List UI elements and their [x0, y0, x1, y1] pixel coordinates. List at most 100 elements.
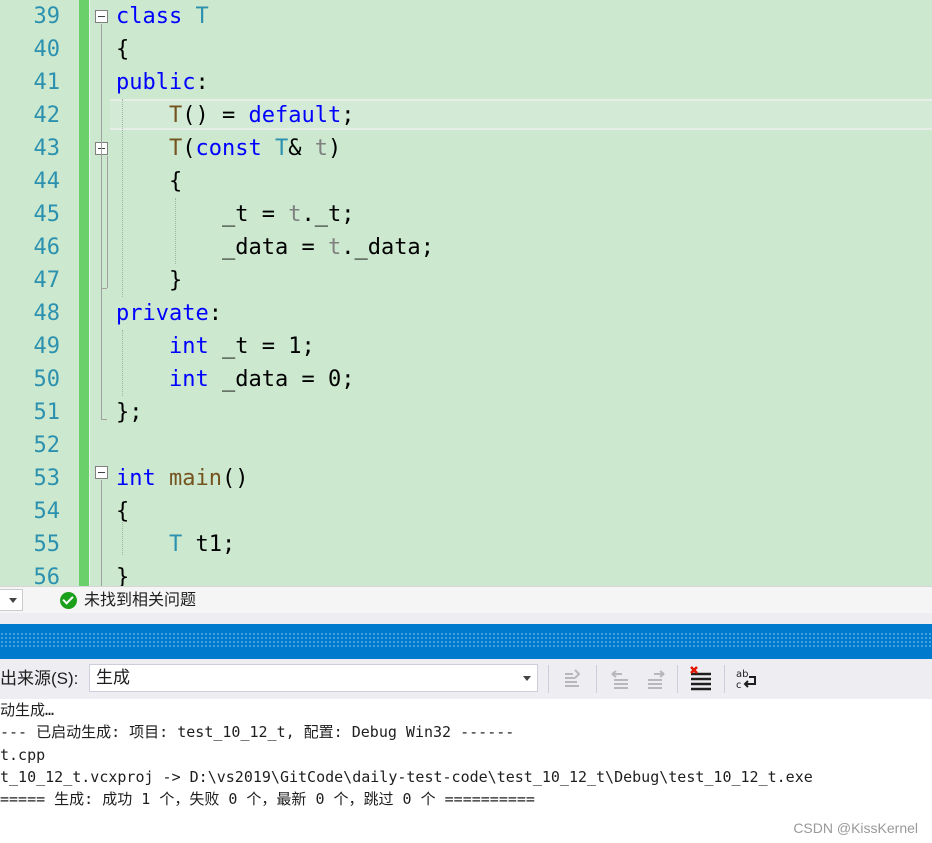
output-text-area[interactable]: 动生成… --- 已启动生成: 项目: test_10_12_t, 配置: De…	[0, 699, 932, 843]
code-token: _t	[221, 202, 249, 227]
line-number: 40	[33, 37, 61, 62]
code-line[interactable]: {	[116, 495, 129, 528]
line-number: 42	[33, 103, 61, 128]
line-number: 53	[33, 466, 61, 491]
collapse-main-icon[interactable]	[95, 466, 108, 479]
code-token: t1	[195, 532, 222, 557]
code-token: class	[116, 4, 196, 29]
code-token: }	[116, 268, 183, 293]
code-token: )	[327, 136, 342, 161]
code-line[interactable]: }	[116, 264, 182, 297]
code-token: };	[116, 400, 143, 425]
code-token: (	[182, 136, 196, 161]
collapse-class-t-icon[interactable]	[95, 10, 108, 23]
issues-status[interactable]: 未找到相关问题	[84, 590, 196, 612]
code-line[interactable]: private:	[116, 297, 222, 330]
code-token: default	[248, 103, 342, 128]
constructor-outline-end	[101, 288, 107, 289]
toolbar-separator	[724, 665, 725, 693]
chevron-down-icon	[9, 598, 17, 603]
code-token: public	[116, 70, 196, 95]
toolbar-separator	[596, 665, 597, 693]
line-number: 54	[33, 499, 61, 524]
next-message-icon[interactable]	[642, 666, 668, 692]
editor-status-strip: 未找到相关问题	[0, 586, 932, 614]
code-line[interactable]: }	[116, 561, 129, 586]
code-line[interactable]: };	[116, 396, 143, 429]
line-number: 46	[33, 235, 61, 260]
code-token: ;	[301, 334, 315, 359]
line-number: 47	[33, 268, 61, 293]
watermark: CSDN @KissKernel	[793, 820, 918, 836]
change-tracking-bar	[79, 0, 89, 586]
code-token: ;	[221, 532, 236, 557]
line-number: 56	[33, 565, 61, 586]
main-outline-line	[101, 480, 102, 586]
panel-splitter[interactable]	[0, 613, 932, 624]
code-token: :	[195, 70, 209, 95]
code-token: _data	[221, 235, 289, 260]
code-line[interactable]: public:	[116, 66, 209, 99]
code-token: const	[195, 136, 275, 161]
code-line[interactable]: int _data = 0;	[116, 363, 354, 396]
check-circle-icon	[60, 592, 77, 609]
code-token: T	[195, 4, 209, 29]
code-token: int	[168, 367, 222, 392]
zoom-dropdown[interactable]	[0, 589, 23, 611]
class-outline-end	[101, 419, 107, 420]
constructor-outline-line	[107, 156, 108, 288]
code-token: =	[248, 334, 289, 359]
code-token: _data	[221, 367, 289, 392]
code-token: main	[168, 466, 222, 491]
code-line[interactable]: {	[116, 165, 182, 198]
code-token: T	[274, 136, 289, 161]
code-line[interactable]: T() = default;	[116, 99, 354, 132]
code-token: T	[168, 103, 183, 128]
code-token: () =	[182, 103, 249, 128]
code-line[interactable]: _data = t._data;	[116, 231, 434, 264]
code-token: .	[341, 235, 355, 260]
code-line[interactable]: T t1;	[116, 528, 235, 561]
code-line[interactable]: {	[116, 33, 129, 66]
code-token: &	[288, 136, 315, 161]
line-number: 45	[33, 202, 61, 227]
code-token: ()	[221, 466, 249, 491]
code-token: {	[116, 169, 183, 194]
code-token: =	[288, 235, 328, 260]
output-source-label: 出来源(S):	[0, 669, 79, 688]
outlining-margin	[89, 0, 90, 586]
code-editor[interactable]: 39 40 41 42 43 44 45 46 47 48 49 50 51 52 53 54 55 56 cla…	[0, 0, 932, 586]
code-line[interactable]: int main()	[116, 462, 248, 495]
previous-message-icon[interactable]	[608, 666, 634, 692]
output-title-bar[interactable]	[0, 624, 932, 659]
output-source-select[interactable]: 生成	[89, 664, 538, 692]
chevron-down-icon	[523, 676, 531, 681]
code-line[interactable]: T(const T& t)	[116, 132, 341, 165]
code-token: {	[116, 37, 130, 62]
code-line[interactable]: class T	[116, 0, 209, 33]
toolbar-separator	[677, 665, 678, 693]
code-token: T	[168, 532, 196, 557]
code-token: ;	[420, 235, 434, 260]
line-number: 48	[33, 301, 61, 326]
code-token: ;	[341, 367, 355, 392]
toggle-word-wrap-icon[interactable]: ab c	[735, 666, 761, 692]
code-token: int	[168, 334, 222, 359]
go-to-location-icon[interactable]	[560, 666, 586, 692]
line-number: 51	[33, 400, 61, 425]
svg-text:c: c	[736, 680, 742, 691]
line-number: 41	[33, 70, 61, 95]
code-token: =	[288, 367, 328, 392]
code-token: _t	[314, 202, 342, 227]
code-token: _t	[221, 334, 249, 359]
svg-text:ab: ab	[736, 669, 748, 680]
code-line[interactable]: int _t = 1;	[116, 330, 315, 363]
output-line: ===== 生成: 成功 1 个，失败 0 个，最新 0 个，跳过 0 个 ==…	[0, 790, 535, 808]
clear-all-icon[interactable]	[688, 666, 714, 692]
code-line[interactable]: _t = t._t;	[116, 198, 355, 231]
